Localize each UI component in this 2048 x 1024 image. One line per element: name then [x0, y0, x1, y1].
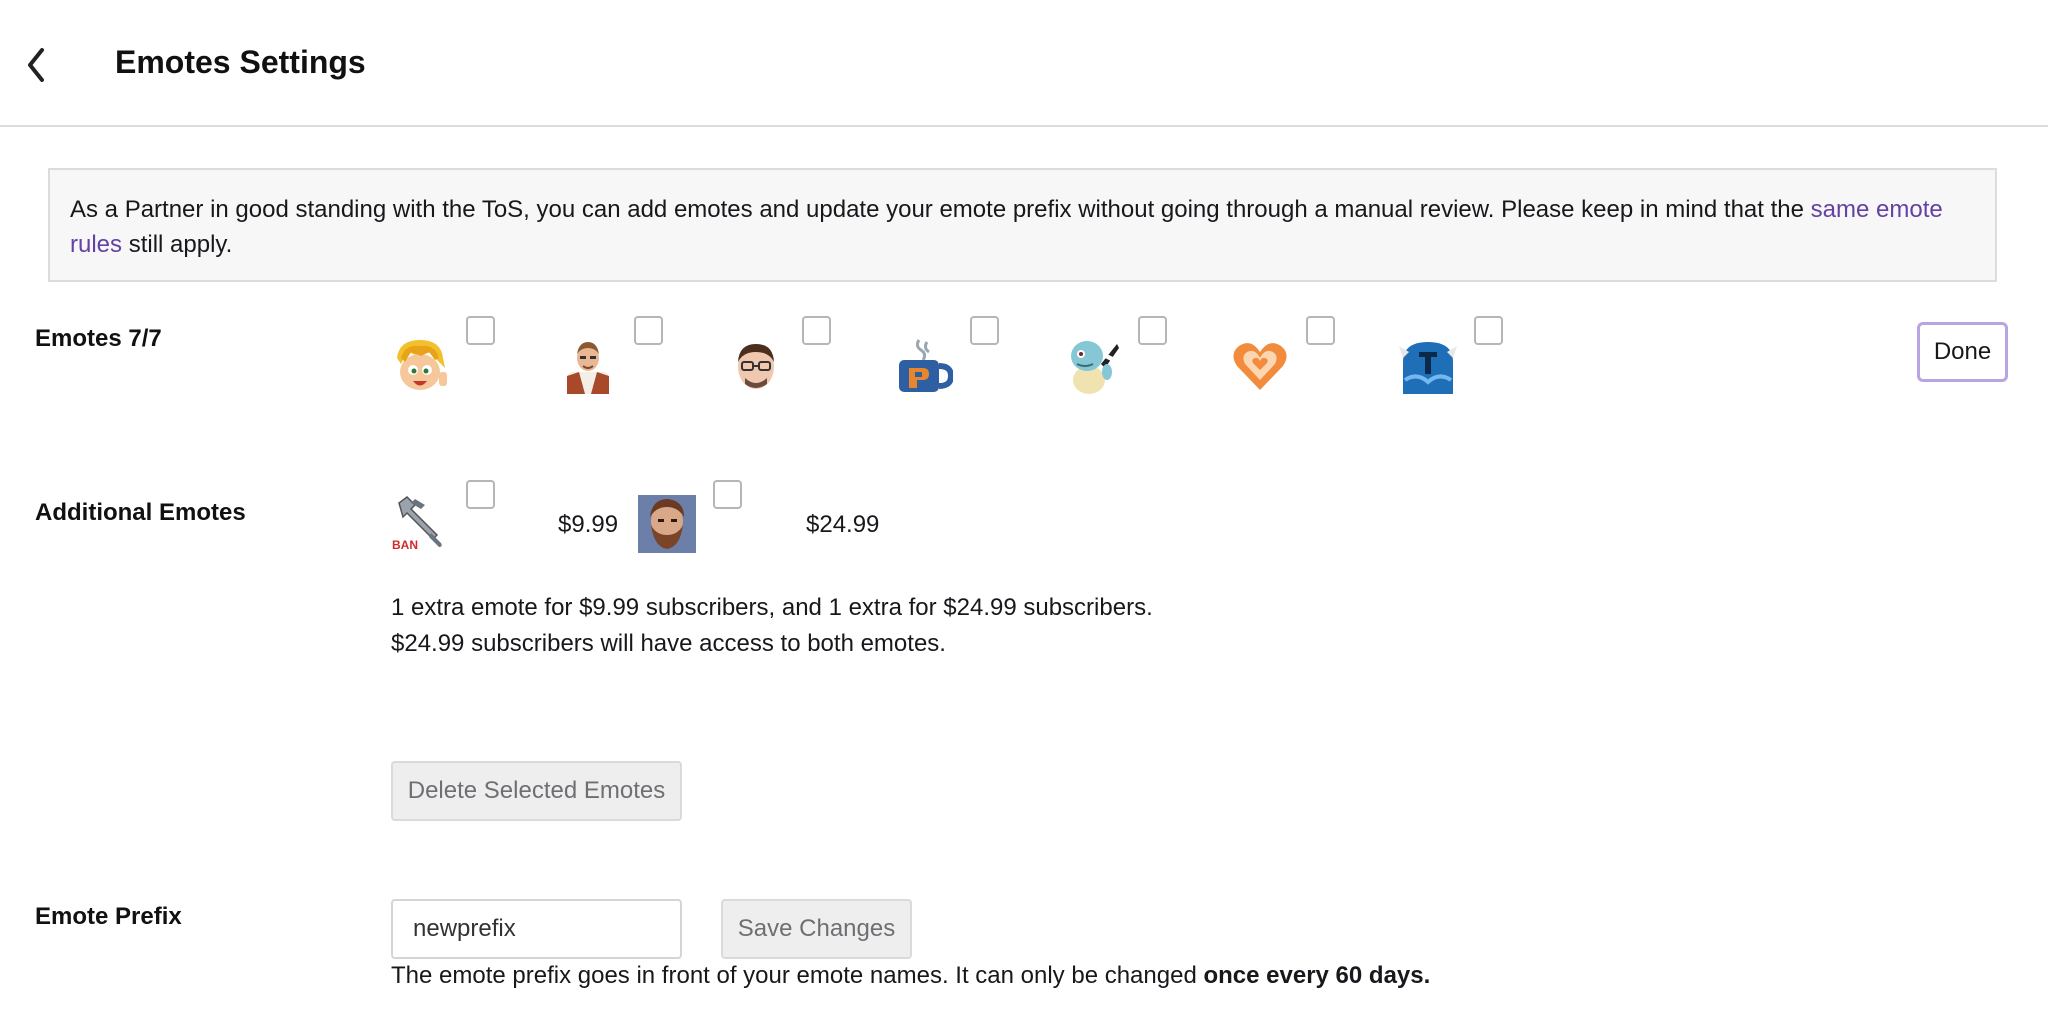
prefix-help-bold: once every 60 days.: [1203, 962, 1431, 989]
prefix-help-main: The emote prefix goes in front of your e…: [391, 962, 1204, 989]
emote-checkbox[interactable]: [466, 480, 495, 509]
emote-prefix-input[interactable]: [391, 899, 682, 959]
ban-text: BAN: [392, 538, 418, 551]
description-line: 1 extra emote for $9.99 subscribers, and…: [391, 594, 1153, 621]
delete-selected-emotes-button[interactable]: Delete Selected Emotes: [391, 761, 682, 821]
emote-slot: [1399, 316, 1569, 406]
vest-person-emote-icon[interactable]: [559, 336, 617, 394]
emote-slot: [727, 316, 897, 406]
additional-emote-slot: BAN: [391, 480, 561, 570]
additional-emotes-label: Additional Emotes: [35, 499, 246, 526]
emote-checkbox[interactable]: [1306, 316, 1335, 345]
done-button[interactable]: Done: [1917, 322, 2008, 382]
notice-text-end: still apply.: [122, 231, 233, 258]
notice-text: As a Partner in good standing with the T…: [70, 196, 1811, 223]
back-button[interactable]: [20, 40, 54, 90]
description-line: $24.99 subscribers will have access to b…: [391, 630, 946, 657]
heart-emote-icon[interactable]: [1231, 336, 1289, 394]
emote-prefix-label: Emote Prefix: [35, 903, 182, 930]
emote-slot: [559, 316, 729, 406]
emotes-count-label: Emotes 7/7: [35, 325, 162, 352]
emote-checkbox[interactable]: [713, 480, 742, 509]
additional-emotes-description: 1 extra emote for $9.99 subscribers, and…: [391, 590, 1153, 662]
glasses-face-emote-icon[interactable]: [727, 336, 785, 394]
emote-slot: [1063, 316, 1233, 406]
emote-checkbox[interactable]: [466, 316, 495, 345]
emote-checkbox[interactable]: [970, 316, 999, 345]
squirtle-emote-icon[interactable]: [1063, 336, 1121, 394]
mug-emote-icon[interactable]: [895, 336, 953, 394]
emote-checkbox[interactable]: [634, 316, 663, 345]
additional-emote-slot: [638, 480, 808, 570]
wrench-ban-emote-icon[interactable]: BAN: [391, 493, 449, 551]
emote-checkbox[interactable]: [1138, 316, 1167, 345]
emote-slot: [1231, 316, 1401, 406]
emote-checkbox[interactable]: [802, 316, 831, 345]
page-header: Emotes Settings: [0, 0, 2048, 127]
price-label: $24.99: [806, 511, 880, 538]
prefix-help-text: The emote prefix goes in front of your e…: [391, 962, 1430, 990]
cartoon-face-emote-icon[interactable]: [391, 336, 449, 394]
emote-checkbox[interactable]: [1474, 316, 1503, 345]
knight-helmet-emote-icon[interactable]: [1399, 336, 1457, 394]
price-label: $9.99: [558, 511, 619, 538]
bearded-face-emote-icon[interactable]: [638, 495, 696, 553]
chevron-left-icon: [28, 48, 44, 82]
save-changes-button[interactable]: Save Changes: [721, 899, 912, 959]
emote-slot: [391, 316, 561, 406]
emote-slot: [895, 316, 1065, 406]
partner-notice: As a Partner in good standing with the T…: [48, 168, 1997, 282]
page-title: Emotes Settings: [115, 44, 366, 80]
